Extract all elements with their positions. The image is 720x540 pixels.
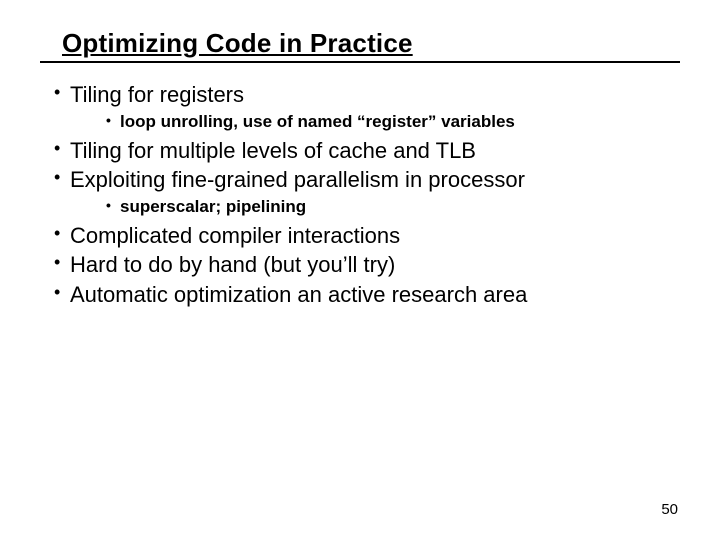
bullet-item: Hard to do by hand (but you’ll try) — [54, 251, 680, 279]
bullet-item: Tiling for multiple levels of cache and … — [54, 137, 680, 165]
bullet-text: Tiling for registers — [70, 82, 244, 107]
bullet-item: Exploiting fine-grained parallelism in p… — [54, 166, 680, 218]
bullet-item: Automatic optimization an active researc… — [54, 281, 680, 309]
bullet-text: Hard to do by hand (but you’ll try) — [70, 252, 395, 277]
sub-bullet-item: loop unrolling, use of named “register” … — [106, 111, 680, 133]
bullet-text: Complicated compiler interactions — [70, 223, 400, 248]
slide: Optimizing Code in Practice Tiling for r… — [0, 0, 720, 540]
sub-bullet-text: loop unrolling, use of named “register” … — [120, 112, 515, 131]
bullet-text: Exploiting fine-grained parallelism in p… — [70, 167, 525, 192]
slide-title: Optimizing Code in Practice — [62, 28, 680, 59]
sub-bullet-list: loop unrolling, use of named “register” … — [70, 111, 680, 133]
bullet-text: Tiling for multiple levels of cache and … — [70, 138, 476, 163]
sub-bullet-text: superscalar; pipelining — [120, 197, 306, 216]
page-number: 50 — [661, 501, 678, 518]
bullet-item: Complicated compiler interactions — [54, 222, 680, 250]
bullet-list: Tiling for registers loop unrolling, use… — [40, 81, 680, 308]
bullet-text: Automatic optimization an active researc… — [70, 282, 527, 307]
sub-bullet-list: superscalar; pipelining — [70, 196, 680, 218]
bullet-item: Tiling for registers loop unrolling, use… — [54, 81, 680, 133]
title-underline-rule — [40, 61, 680, 63]
sub-bullet-item: superscalar; pipelining — [106, 196, 680, 218]
